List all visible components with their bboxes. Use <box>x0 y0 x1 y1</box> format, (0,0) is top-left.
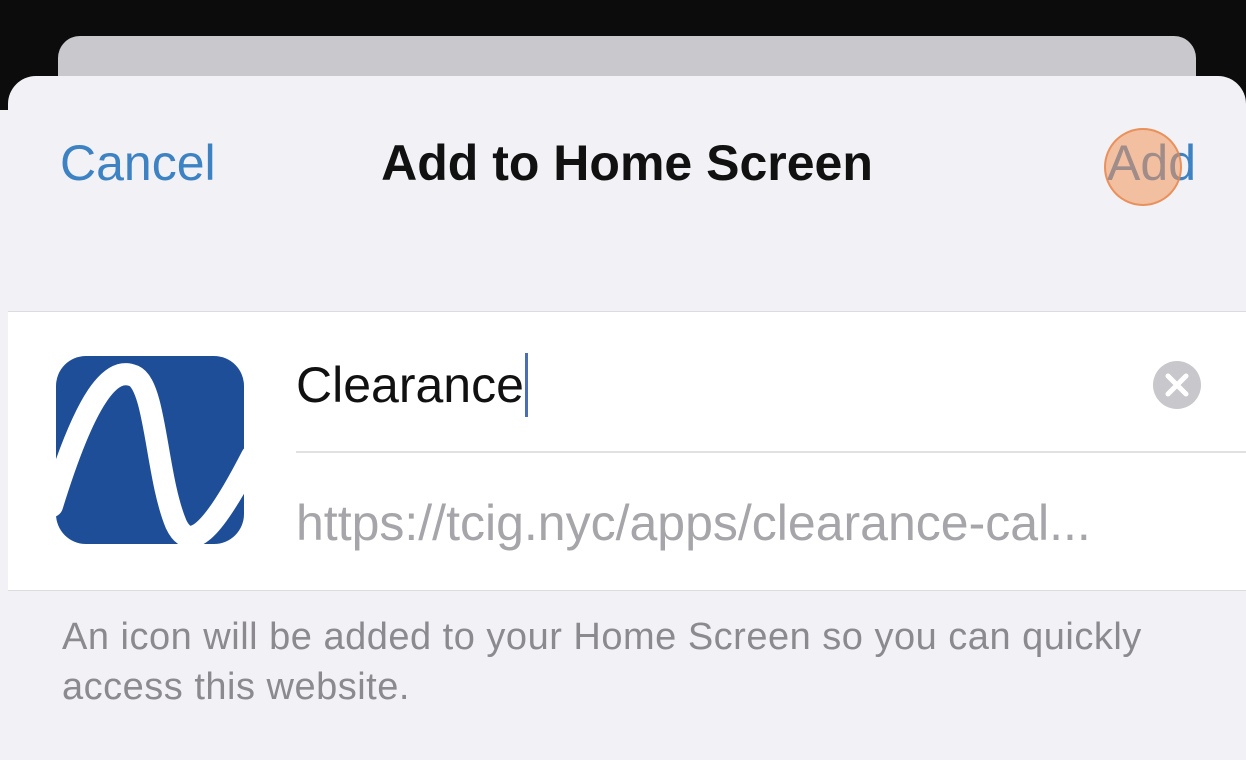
text-cursor <box>524 353 528 417</box>
tap-indicator <box>1104 128 1182 206</box>
name-field[interactable]: Clearance <box>296 350 1246 450</box>
clearance-app-icon <box>41 356 263 548</box>
home-screen-entry-card: Clearance https://tcig.nyc/apps/clearanc… <box>8 311 1246 591</box>
name-input-value: Clearance <box>296 357 524 413</box>
footer-note: An icon will be added to your Home Scree… <box>62 616 1142 708</box>
cancel-button[interactable]: Cancel <box>60 134 216 192</box>
field-divider <box>296 451 1246 453</box>
clear-text-button[interactable] <box>1151 359 1203 411</box>
sheet-navigation-bar: Cancel Add to Home Screen Add <box>8 76 1246 256</box>
website-url: https://tcig.nyc/apps/clearance-cal... <box>296 495 1091 551</box>
clear-x-icon <box>1153 361 1201 409</box>
